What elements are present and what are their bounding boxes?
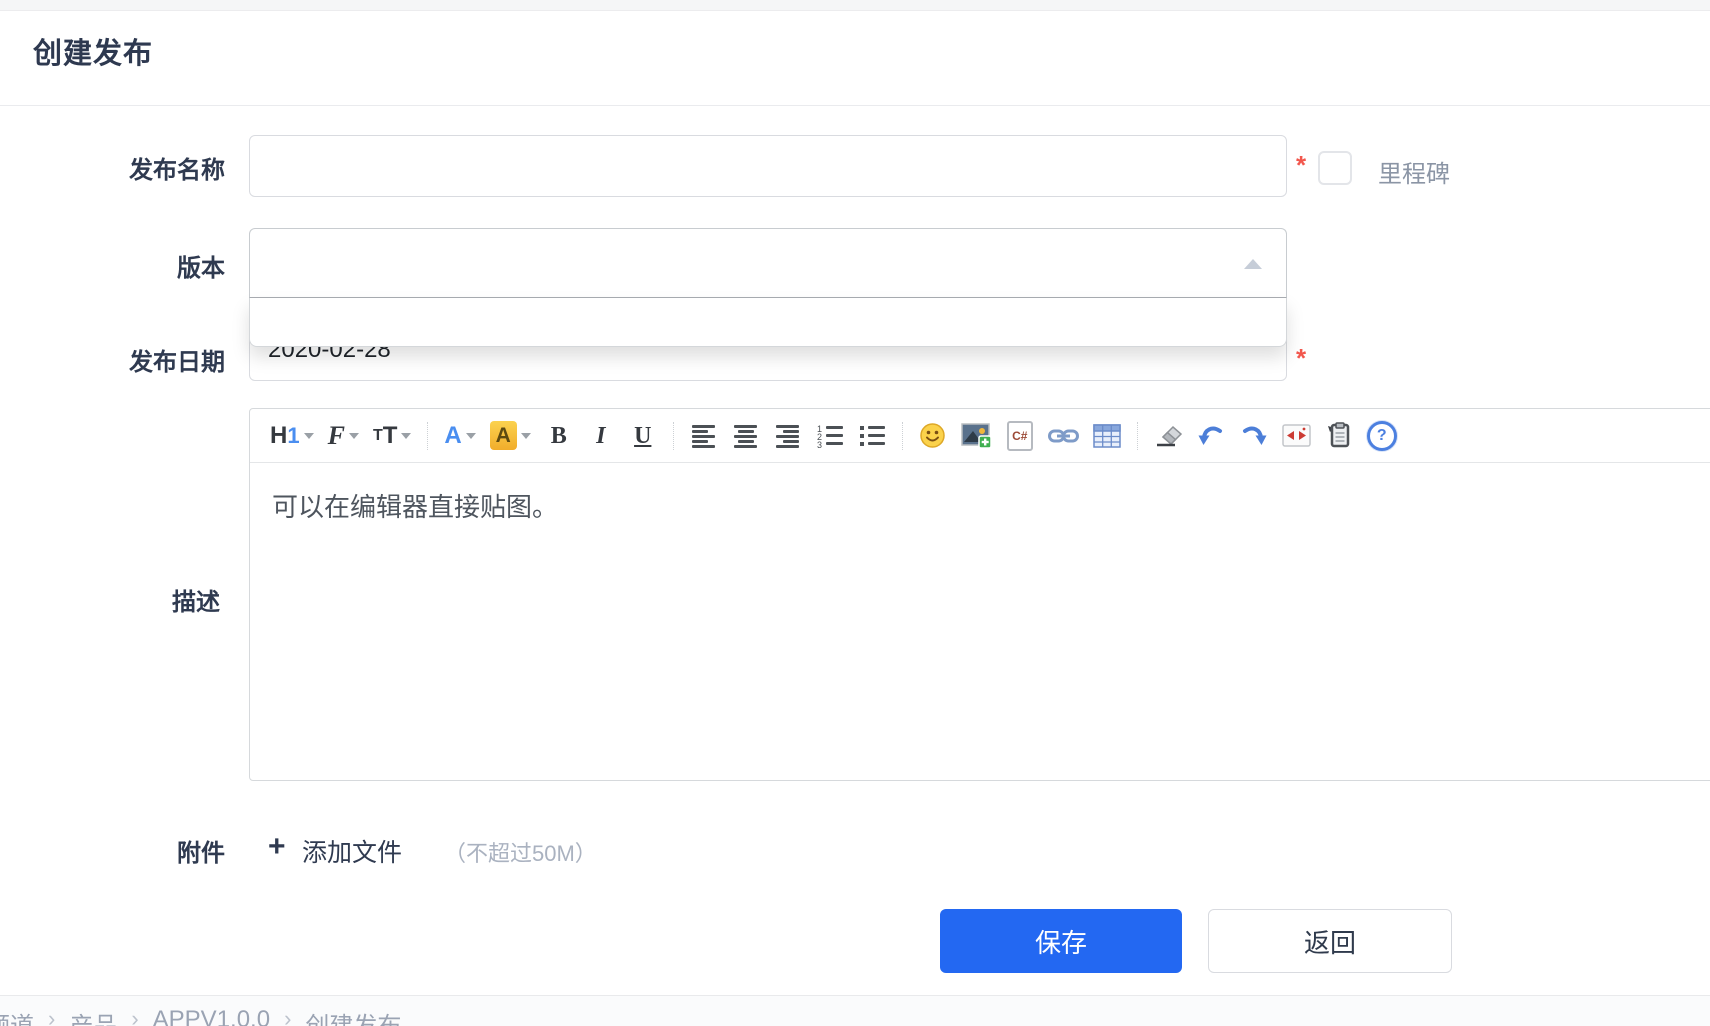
fullscreen-button[interactable] <box>1281 418 1311 454</box>
help-icon: ? <box>1366 420 1397 451</box>
create-release-page: 创建发布 发布名称 * 里程碑 版本 发布日期 * 描述 H1 F TT A <box>0 0 1710 1026</box>
align-left-icon <box>691 424 715 448</box>
emoji-button[interactable] <box>919 418 947 454</box>
editor-content[interactable]: 可以在编辑器直接贴图。 <box>250 463 1710 551</box>
paste-icon <box>1328 422 1350 448</box>
fullscreen-icon <box>1281 424 1311 447</box>
help-label: ? <box>1376 426 1387 444</box>
version-label: 版本 <box>177 255 225 282</box>
italic-icon: I <box>596 422 606 449</box>
font-color-button[interactable]: A <box>444 418 476 454</box>
chevron-down-icon <box>465 432 476 439</box>
highlight-color-button[interactable]: A <box>489 418 531 454</box>
heading-button[interactable]: H1 <box>270 418 314 454</box>
insert-image-icon <box>960 423 992 449</box>
insert-code-icon: C# <box>1006 420 1033 451</box>
release-name-required-marker: * <box>1296 150 1307 180</box>
toolbar-divider <box>901 421 903 450</box>
underline-icon: U <box>634 422 652 449</box>
font-size-button[interactable]: TT <box>372 418 412 454</box>
align-center-icon <box>733 424 757 448</box>
editor-toolbar: H1 F TT A A B I U 1 2 3 C# ? <box>250 409 1710 463</box>
redo-icon <box>1243 426 1267 445</box>
italic-button[interactable]: I <box>587 418 615 454</box>
align-center-button[interactable] <box>732 418 760 454</box>
top-strip <box>0 0 1710 11</box>
chevron-down-icon <box>303 432 314 439</box>
font-family-button[interactable]: F <box>328 418 359 454</box>
align-right-icon <box>775 424 799 448</box>
save-button[interactable]: 保存 <box>940 909 1182 973</box>
attachments-label: 附件 <box>177 840 225 867</box>
chevron-up-icon <box>1244 259 1262 269</box>
chevron-down-icon <box>520 432 531 439</box>
breadcrumb-separator-icon: › <box>48 1006 56 1026</box>
unordered-list-icon <box>859 425 885 446</box>
page-title: 创建发布 <box>33 38 154 70</box>
insert-link-button[interactable] <box>1047 418 1079 454</box>
insert-table-icon <box>1092 423 1121 448</box>
breadcrumb-item[interactable]: 创建发布 <box>305 1006 401 1026</box>
chevron-down-icon <box>348 432 359 439</box>
milestone-label: 里程碑 <box>1378 161 1450 188</box>
breadcrumb: 频道 › 产品 › APPV1.0.0 › 创建发布 <box>0 1006 401 1026</box>
toolbar-divider <box>1136 421 1138 450</box>
breadcrumb-item[interactable]: 产品 <box>69 1006 117 1026</box>
release-name-label: 发布名称 <box>129 157 225 184</box>
underline-button[interactable]: U <box>629 418 657 454</box>
milestone-checkbox[interactable] <box>1318 151 1352 185</box>
version-select[interactable] <box>249 228 1287 298</box>
insert-code-button[interactable]: C# <box>1006 418 1034 454</box>
chevron-down-icon <box>401 432 412 439</box>
insert-image-button[interactable] <box>960 418 992 454</box>
font-family-icon: F <box>327 420 345 450</box>
eraser-icon <box>1156 425 1182 447</box>
unordered-list-button[interactable] <box>858 418 886 454</box>
release-date-required-marker: * <box>1296 343 1307 373</box>
ordered-list-button[interactable]: 1 2 3 <box>816 418 844 454</box>
eraser-button[interactable] <box>1154 418 1184 454</box>
highlight-color-icon: A <box>489 421 517 450</box>
emoji-icon <box>920 423 945 448</box>
plus-icon[interactable]: + <box>268 830 286 864</box>
breadcrumb-item[interactable]: 频道 <box>0 1006 34 1026</box>
heading-label: H <box>270 421 288 449</box>
bold-icon: B <box>550 422 567 449</box>
font-color-icon: A <box>444 421 462 449</box>
back-button[interactable]: 返回 <box>1208 909 1452 973</box>
release-date-label: 发布日期 <box>129 349 225 376</box>
editor-text: 可以在编辑器直接贴图。 <box>272 492 559 522</box>
breadcrumb-item[interactable]: APPV1.0.0 <box>153 1006 270 1026</box>
description-label: 描述 <box>172 589 220 616</box>
align-right-button[interactable] <box>774 418 802 454</box>
version-dropdown-panel[interactable] <box>249 298 1287 347</box>
paste-button[interactable] <box>1325 418 1353 454</box>
undo-icon <box>1198 426 1223 445</box>
toolbar-divider <box>427 421 429 450</box>
breadcrumb-separator-icon: › <box>131 1006 139 1026</box>
code-label: C# <box>1012 428 1028 443</box>
add-file-button[interactable]: 添加文件 <box>302 833 402 869</box>
bold-button[interactable]: B <box>545 418 573 454</box>
toolbar-divider <box>672 421 674 450</box>
align-left-button[interactable] <box>690 418 718 454</box>
undo-button[interactable] <box>1198 418 1226 454</box>
redo-button[interactable] <box>1240 418 1268 454</box>
svg-text:3: 3 <box>817 440 822 448</box>
insert-link-icon <box>1047 429 1079 442</box>
release-name-input[interactable] <box>249 135 1287 197</box>
heading-level-label: 1 <box>287 422 300 448</box>
ordered-list-icon: 1 2 3 <box>817 424 843 448</box>
insert-table-button[interactable] <box>1092 418 1121 454</box>
attachment-size-hint: （不超过50M） <box>444 841 597 866</box>
breadcrumb-separator-icon: › <box>284 1006 292 1026</box>
help-button[interactable]: ? <box>1366 418 1397 454</box>
font-size-large-label: T <box>382 421 398 449</box>
description-editor: H1 F TT A A B I U 1 2 3 C# ? 可以在编辑器直接贴图。 <box>249 408 1710 781</box>
font-size-small-label: T <box>372 426 383 444</box>
header-divider <box>0 105 1710 106</box>
